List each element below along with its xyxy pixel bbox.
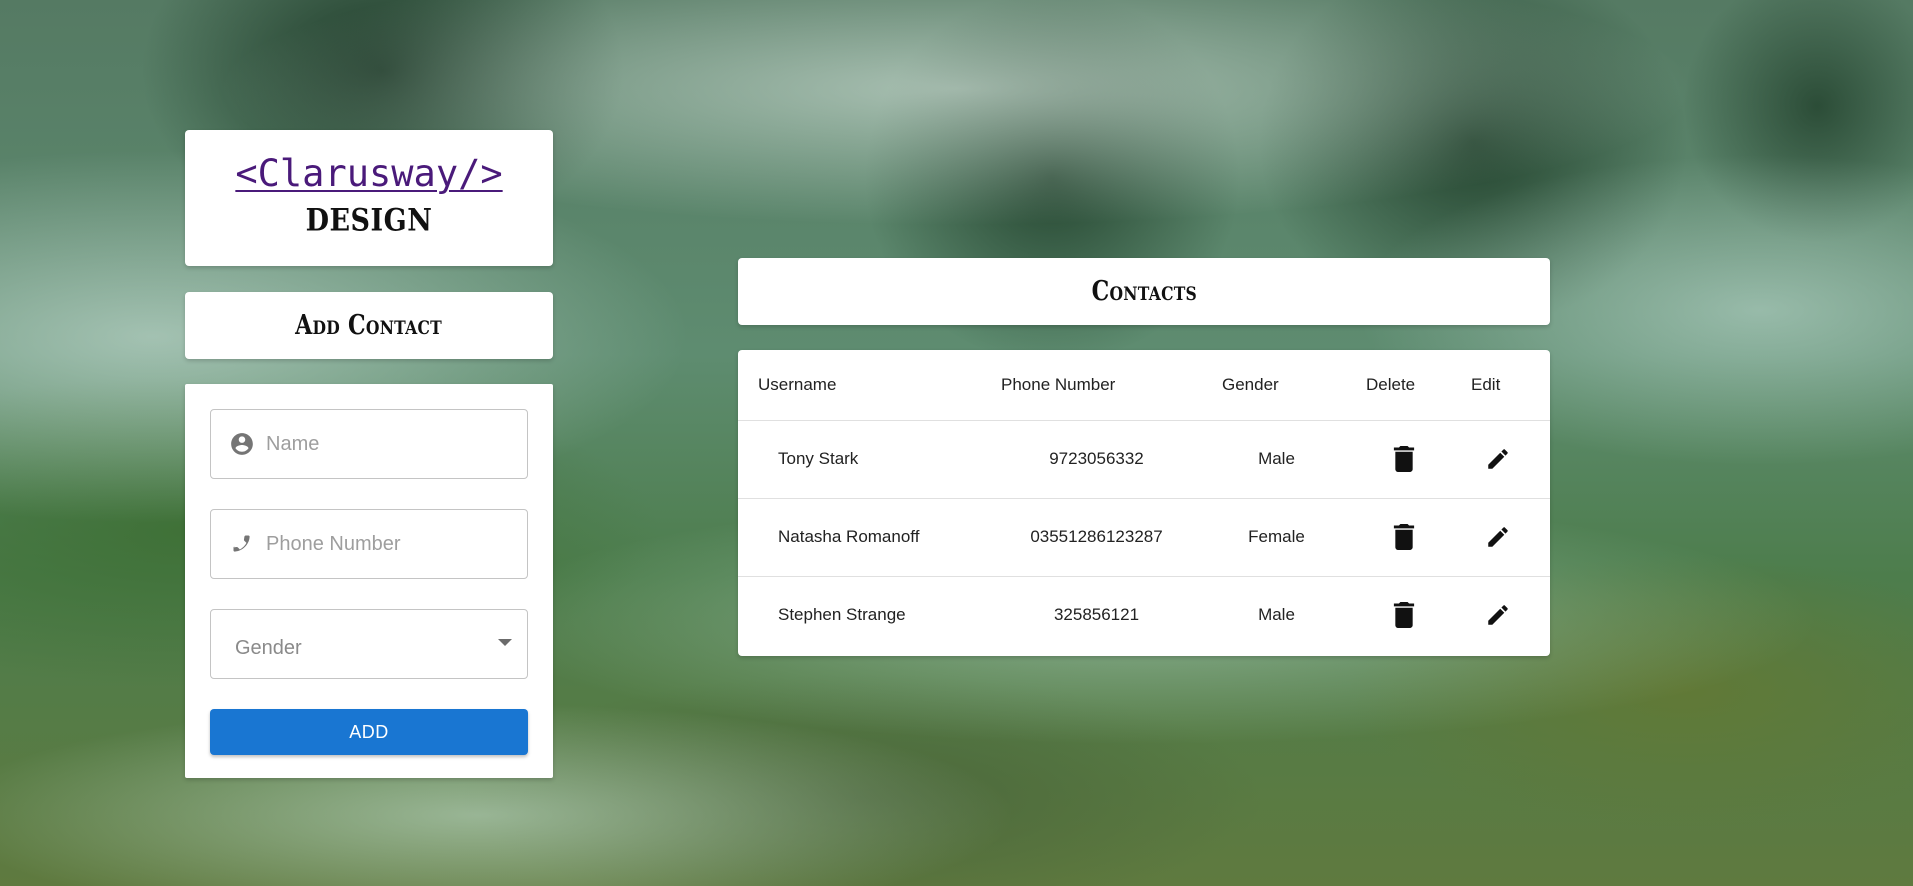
column-header-username: Username [738,350,981,421]
table-header-row: Username Phone Number Gender Delete Edit [738,350,1550,421]
cell-delete [1341,420,1457,499]
name-input[interactable] [266,432,506,456]
contacts-table: Username Phone Number Gender Delete Edit… [738,350,1550,654]
phone-input[interactable] [266,532,506,556]
cell-delete [1341,498,1457,577]
brand-logo-link[interactable]: <Clarusway/> [185,152,553,195]
column-header-edit: Edit [1457,350,1550,421]
contacts-table-card: Username Phone Number Gender Delete Edit… [738,350,1550,656]
column-header-delete: Delete [1341,350,1457,421]
add-contact-header: Add Contact [185,292,553,359]
cell-edit [1457,498,1550,577]
cell-username: Natasha Romanoff [738,498,981,577]
pencil-icon[interactable] [1481,442,1515,476]
cell-username: Tony Stark [738,420,981,499]
cell-gender: Male [1212,420,1341,499]
cell-delete [1341,576,1457,654]
cell-username: Stephen Strange [778,605,906,625]
cell-edit [1457,420,1550,499]
chevron-down-icon [498,638,512,646]
table-row: Stephen Strange 325856121 Male [738,576,1550,654]
gender-select-label: Gender [235,636,302,659]
add-contact-form: Gender ADD [185,384,553,778]
cell-phone: 03551286123287 [981,498,1212,577]
cell-edit [1457,576,1550,654]
cell-phone: 325856121 [1053,605,1140,625]
name-field[interactable] [210,409,528,479]
trash-icon[interactable] [1387,442,1421,476]
phone-icon [228,530,256,558]
table-row: Natasha Romanoff 03551286123287 Female [738,498,1550,577]
pencil-icon[interactable] [1481,598,1515,632]
add-button[interactable]: ADD [210,709,528,755]
brand-subtitle: DESIGN [305,202,433,239]
logo-card: <Clarusway/> DESIGN [185,130,553,266]
gender-select[interactable]: Gender [210,609,528,679]
cell-gender: Male [1258,605,1295,625]
trash-icon[interactable] [1387,598,1421,632]
add-contact-title: Add Contact [295,310,443,341]
cell-gender: Female [1212,498,1341,577]
contacts-header: Contacts [738,258,1550,325]
column-header-gender: Gender [1212,350,1341,421]
column-header-phone: Phone Number [981,350,1212,421]
contacts-title: Contacts [1091,276,1197,307]
trash-icon[interactable] [1387,520,1421,554]
table-row: Tony Stark 9723056332 Male [738,420,1550,499]
cell-phone: 9723056332 [981,420,1212,499]
pencil-icon[interactable] [1481,520,1515,554]
account-circle-icon [228,430,256,458]
phone-field[interactable] [210,509,528,579]
